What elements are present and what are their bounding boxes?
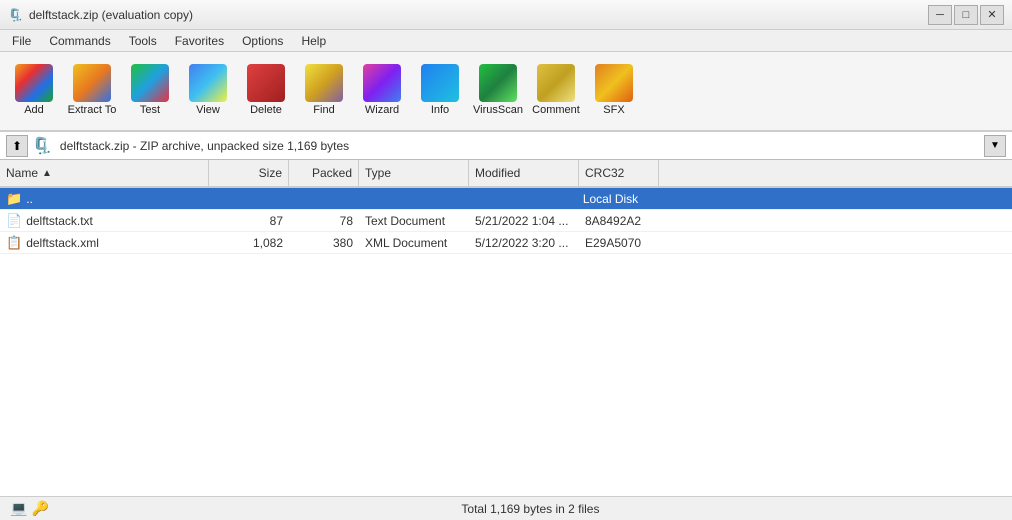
menu-item-favorites[interactable]: Favorites — [167, 32, 232, 50]
toolbar-btn-view[interactable]: View — [180, 56, 236, 124]
table-row[interactable]: 📋delftstack.xml1,082380XML Document5/12/… — [0, 232, 1012, 254]
view-label: View — [196, 104, 220, 116]
file-name-cell: 📋delftstack.xml — [0, 233, 209, 253]
toolbar-btn-extract-to[interactable]: Extract To — [64, 56, 120, 124]
view-icon — [189, 64, 227, 102]
menu-item-tools[interactable]: Tools — [121, 32, 165, 50]
toolbar-btn-info[interactable]: Info — [412, 56, 468, 124]
find-icon — [305, 64, 343, 102]
find-label: Find — [313, 104, 334, 116]
column-header: Name ▲ Size Packed Type Modified CRC32 — [0, 160, 1012, 188]
sfx-label: SFX — [603, 104, 624, 116]
table-row[interactable]: 📄delftstack.txt8778Text Document5/21/202… — [0, 210, 1012, 232]
file-type-cell: Text Document — [359, 212, 469, 230]
col-header-modified[interactable]: Modified — [469, 160, 579, 186]
test-icon — [131, 64, 169, 102]
navigate-up-icon: ⬆ — [12, 139, 22, 153]
extract-to-icon — [73, 64, 111, 102]
address-dropdown-button[interactable]: ▼ — [984, 135, 1006, 157]
info-label: Info — [431, 104, 449, 116]
close-button[interactable]: ✕ — [980, 5, 1004, 25]
file-type-cell: XML Document — [359, 234, 469, 252]
info-icon — [421, 64, 459, 102]
file-crc32-cell: E29A5070 — [579, 234, 659, 252]
toolbar-btn-wizard[interactable]: Wizard — [354, 56, 410, 124]
file-packed-cell: 78 — [289, 212, 359, 230]
file-rows: 📁..Local Disk📄delftstack.txt8778Text Doc… — [0, 188, 1012, 496]
file-packed-cell: 380 — [289, 234, 359, 252]
add-icon — [15, 64, 53, 102]
delete-icon — [247, 64, 285, 102]
add-label: Add — [24, 104, 44, 116]
status-bar: 💻 🔑 Total 1,169 bytes in 2 files — [0, 496, 1012, 520]
window-controls: ─ □ ✕ — [928, 5, 1004, 25]
title-text: 🗜️ delftstack.zip (evaluation copy) — [8, 8, 193, 22]
menu-item-options[interactable]: Options — [234, 32, 291, 50]
delete-label: Delete — [250, 104, 282, 116]
col-header-name[interactable]: Name ▲ — [0, 160, 209, 186]
status-icons: 💻 🔑 — [10, 500, 49, 517]
extract-to-label: Extract To — [68, 104, 117, 116]
minimize-button[interactable]: ─ — [928, 5, 952, 25]
address-bar: ⬆ 🗜️ delftstack.zip - ZIP archive, unpac… — [0, 132, 1012, 160]
navigate-up-button[interactable]: ⬆ — [6, 135, 28, 157]
menu-bar: FileCommandsToolsFavoritesOptionsHelp — [0, 30, 1012, 52]
file-modified-cell: 5/12/2022 3:20 ... — [469, 234, 579, 252]
wizard-icon — [363, 64, 401, 102]
toolbar: Add Extract To Test View Delete Find Wizard Inf… — [0, 52, 1012, 132]
title-bar: 🗜️ delftstack.zip (evaluation copy) ─ □ … — [0, 0, 1012, 30]
archive-icon: 🗜️ — [32, 136, 52, 156]
file-name-cell: 📁.. — [0, 189, 209, 209]
virusscan-label: VirusScan — [473, 104, 523, 116]
col-header-packed[interactable]: Packed — [289, 160, 359, 186]
sort-arrow-icon: ▲ — [42, 168, 52, 179]
file-name-cell: 📄delftstack.txt — [0, 211, 209, 231]
menu-item-file[interactable]: File — [4, 32, 39, 50]
table-row[interactable]: 📁..Local Disk — [0, 188, 1012, 210]
file-size-cell: 87 — [209, 212, 289, 230]
file-list-container: Name ▲ Size Packed Type Modified CRC32 📁… — [0, 160, 1012, 496]
dropdown-icon: ▼ — [990, 140, 1000, 151]
toolbar-btn-sfx[interactable]: SFX — [586, 56, 642, 124]
col-header-crc32[interactable]: CRC32 — [579, 160, 659, 186]
file-crc32-cell: 8A8492A2 — [579, 212, 659, 230]
menu-item-commands[interactable]: Commands — [41, 32, 118, 50]
virusscan-icon — [479, 64, 517, 102]
local-disk-label: Local Disk — [209, 190, 1012, 208]
toolbar-btn-add[interactable]: Add — [6, 56, 62, 124]
file-modified-cell: 5/21/2022 1:04 ... — [469, 212, 579, 230]
status-icon-1: 💻 — [10, 500, 27, 517]
title-icon: 🗜️ — [8, 8, 23, 22]
title-label: delftstack.zip (evaluation copy) — [29, 8, 193, 22]
test-label: Test — [140, 104, 160, 116]
file-size-cell: 1,082 — [209, 234, 289, 252]
comment-label: Comment — [532, 104, 580, 116]
menu-item-help[interactable]: Help — [293, 32, 334, 50]
status-text: Total 1,169 bytes in 2 files — [59, 502, 1002, 516]
maximize-button[interactable]: □ — [954, 5, 978, 25]
comment-icon — [537, 64, 575, 102]
sfx-icon — [595, 64, 633, 102]
toolbar-btn-comment[interactable]: Comment — [528, 56, 584, 124]
file-icon: 📋 — [6, 235, 22, 251]
wizard-label: Wizard — [365, 104, 399, 116]
folder-up-icon: 📁 — [6, 191, 22, 207]
address-path: delftstack.zip - ZIP archive, unpacked s… — [56, 137, 980, 155]
toolbar-btn-test[interactable]: Test — [122, 56, 178, 124]
toolbar-btn-virusscan[interactable]: VirusScan — [470, 56, 526, 124]
col-header-type[interactable]: Type — [359, 160, 469, 186]
status-icon-2: 🔑 — [31, 500, 48, 517]
toolbar-btn-find[interactable]: Find — [296, 56, 352, 124]
toolbar-btn-delete[interactable]: Delete — [238, 56, 294, 124]
file-icon: 📄 — [6, 213, 22, 229]
col-header-size[interactable]: Size — [209, 160, 289, 186]
